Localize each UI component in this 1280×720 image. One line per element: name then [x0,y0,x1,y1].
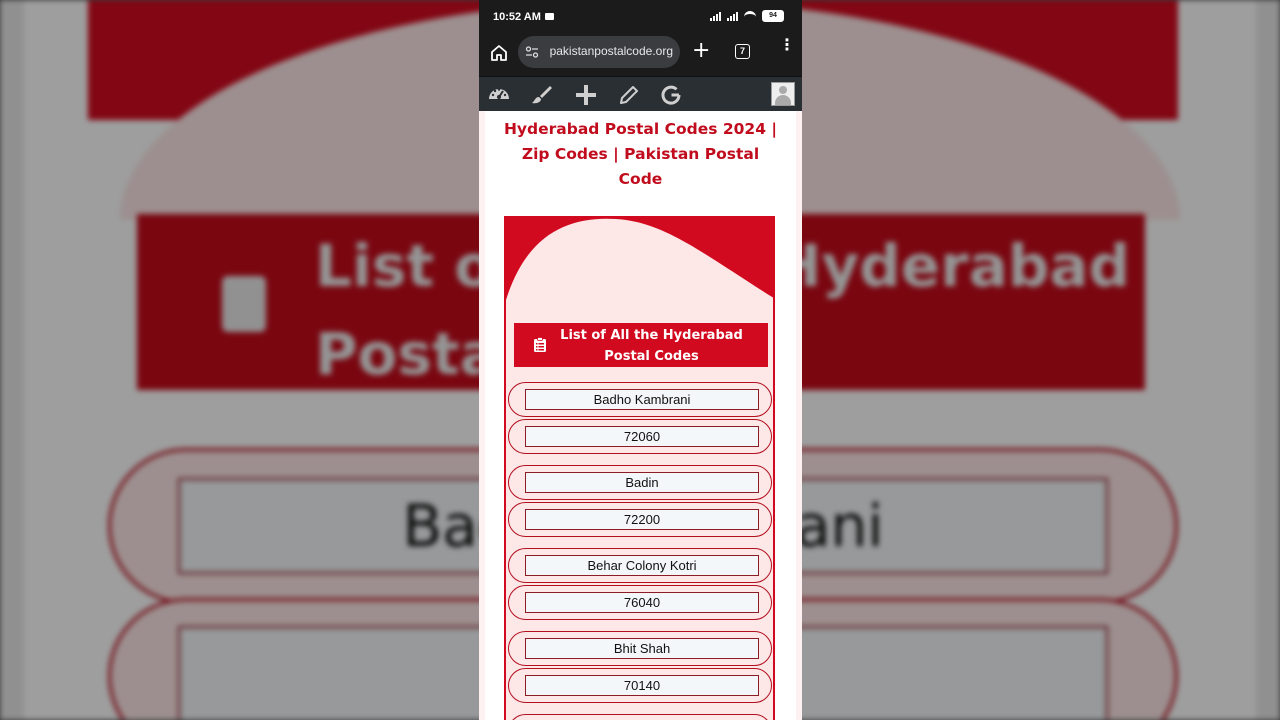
area-name-field: Badho Kambrani [525,389,759,410]
battery-icon: 94 [762,10,784,22]
status-icons: 94 [710,10,784,22]
list-item: Behar Colony Kotri [508,548,772,583]
page-title: Hyderabad Postal Codes 2024 | Zip Codes … [503,120,778,188]
area-name-field: Behar Colony Kotri [525,555,759,576]
avatar-body [775,95,791,105]
address-field[interactable]: pakistanpostalcode.org [518,36,680,68]
video-camera-icon [545,13,554,20]
list-item [508,714,772,720]
dashboard-icon[interactable] [487,83,511,107]
background-side-right [1256,0,1280,720]
page-edge-right [796,111,802,720]
list-item: 72060 [508,419,772,454]
list-header-text: List of All the Hyderabad Postal Codes [560,328,743,364]
page-edge-left [479,111,485,720]
new-tab-button[interactable]: + [692,38,710,63]
plus-icon[interactable] [574,83,598,107]
card-wave-header [506,216,773,300]
list-header: List of All the Hyderabad Postal Codes [514,323,768,367]
url-text: pakistanpostalcode.org [549,44,673,58]
list-item: Badho Kambrani [508,382,772,417]
avatar[interactable] [771,82,795,106]
brush-icon[interactable] [529,83,553,107]
browser-url-bar: pakistanpostalcode.org + 7 ⋮ [479,34,802,76]
list-item: Badin [508,465,772,500]
avatar-head [779,86,787,94]
list-item: 72200 [508,502,772,537]
phone-screen: 10:52 AM 94 pakistanpostalcode.org + 7 ⋮ [479,0,802,720]
list-item: Bhit Shah [508,631,772,666]
background-side-left [0,0,24,720]
list-item: 76040 [508,585,772,620]
tab-switcher-button[interactable]: 7 [735,44,750,59]
status-time: 10:52 AM [493,11,541,23]
background-clipboard-icon [222,276,266,332]
postal-code-card: List of All the Hyderabad Postal Codes B… [504,216,775,720]
postal-code-field: 72060 [525,426,759,447]
home-icon[interactable] [489,43,509,63]
postal-code-field: 70140 [525,675,759,696]
pencil-icon[interactable] [617,83,641,107]
area-name-field: Badin [525,472,759,493]
postal-code-field: 76040 [525,592,759,613]
clipboard-list-icon [534,337,546,352]
admin-toolbar [479,76,802,112]
status-bar: 10:52 AM 94 [479,0,802,34]
list-item: 70140 [508,668,772,703]
page-content: Hyderabad Postal Codes 2024 | Zip Codes … [479,111,802,720]
area-name-field: Bhit Shah [525,638,759,659]
postal-code-field: 72200 [525,509,759,530]
signal-icon [727,11,738,21]
wifi-icon [744,11,756,21]
signal-icon [710,11,721,21]
google-icon[interactable] [659,83,683,107]
browser-menu-button[interactable]: ⋮ [779,37,795,53]
